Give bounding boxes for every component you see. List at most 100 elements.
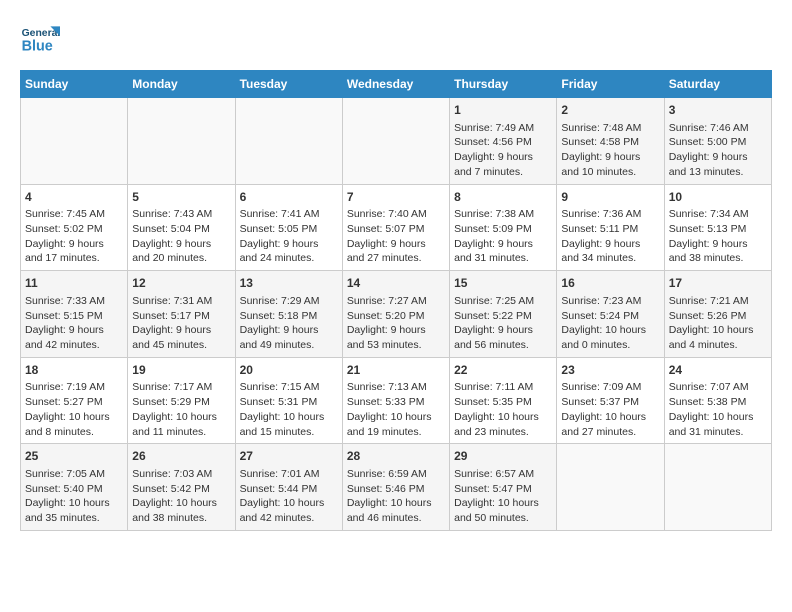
day-number: 13 xyxy=(240,275,338,292)
day-info: Sunrise: 7:46 AM Sunset: 5:00 PM Dayligh… xyxy=(669,121,767,180)
day-info: Sunrise: 7:31 AM Sunset: 5:17 PM Dayligh… xyxy=(132,294,230,353)
calendar-cell: 4Sunrise: 7:45 AM Sunset: 5:02 PM Daylig… xyxy=(21,184,128,271)
header-cell-thursday: Thursday xyxy=(450,71,557,98)
calendar-cell: 15 Sunrise: 7:25 AM Sunset: 5:22 PM Dayli… xyxy=(450,271,557,358)
calendar-cell: 7Sunrise: 7:40 AM Sunset: 5:07 PM Daylig… xyxy=(342,184,449,271)
day-number: 5 xyxy=(132,189,230,206)
calendar-cell: 25 Sunrise: 7:05 AM Sunset: 5:40 PM Dayli… xyxy=(21,444,128,531)
header-row: SundayMondayTuesdayWednesdayThursdayFrid… xyxy=(21,71,772,98)
day-number: 27 xyxy=(240,448,338,465)
day-number: 22 xyxy=(454,362,552,379)
calendar-cell: 18Sunrise: 7:19 AM Sunset: 5:27 PM Dayli… xyxy=(21,357,128,444)
day-number: 28 xyxy=(347,448,445,465)
calendar-cell: 21Sunrise: 7:13 AM Sunset: 5:33 PM Dayli… xyxy=(342,357,449,444)
calendar-cell: 26Sunrise: 7:03 AM Sunset: 5:42 PM Dayli… xyxy=(128,444,235,531)
day-number: 29 xyxy=(454,448,552,465)
day-info: Sunrise: 7:19 AM Sunset: 5:27 PM Dayligh… xyxy=(25,380,123,439)
day-info: Sunrise: 7:41 AM Sunset: 5:05 PM Dayligh… xyxy=(240,207,338,266)
calendar-cell xyxy=(664,444,771,531)
logo: General Blue xyxy=(20,20,60,60)
day-info: Sunrise: 7:07 AM Sunset: 5:38 PM Dayligh… xyxy=(669,380,767,439)
day-number: 15 xyxy=(454,275,552,292)
day-info: Sunrise: 7:09 AM Sunset: 5:37 PM Dayligh… xyxy=(561,380,659,439)
day-info: Sunrise: 6:57 AM Sunset: 5:47 PM Dayligh… xyxy=(454,467,552,526)
day-number: 9 xyxy=(561,189,659,206)
day-info: Sunrise: 7:36 AM Sunset: 5:11 PM Dayligh… xyxy=(561,207,659,266)
logo-icon: General Blue xyxy=(20,20,60,60)
calendar-week-2: 4Sunrise: 7:45 AM Sunset: 5:02 PM Daylig… xyxy=(21,184,772,271)
calendar-cell: 5Sunrise: 7:43 AM Sunset: 5:04 PM Daylig… xyxy=(128,184,235,271)
day-info: Sunrise: 7:45 AM Sunset: 5:02 PM Dayligh… xyxy=(25,207,123,266)
day-number: 17 xyxy=(669,275,767,292)
header-cell-monday: Monday xyxy=(128,71,235,98)
day-info: Sunrise: 7:21 AM Sunset: 5:26 PM Dayligh… xyxy=(669,294,767,353)
day-info: Sunrise: 7:25 AM Sunset: 5:22 PM Dayligh… xyxy=(454,294,552,353)
day-info: Sunrise: 7:34 AM Sunset: 5:13 PM Dayligh… xyxy=(669,207,767,266)
calendar-week-3: 11 Sunrise: 7:33 AM Sunset: 5:15 PM Dayli… xyxy=(21,271,772,358)
calendar-table: SundayMondayTuesdayWednesdayThursdayFrid… xyxy=(20,70,772,531)
header-cell-sunday: Sunday xyxy=(21,71,128,98)
day-info: Sunrise: 7:17 AM Sunset: 5:29 PM Dayligh… xyxy=(132,380,230,439)
calendar-cell: 9Sunrise: 7:36 AM Sunset: 5:11 PM Daylig… xyxy=(557,184,664,271)
calendar-cell xyxy=(557,444,664,531)
day-number: 8 xyxy=(454,189,552,206)
day-number: 26 xyxy=(132,448,230,465)
calendar-cell: 13 Sunrise: 7:29 AM Sunset: 5:18 PM Dayli… xyxy=(235,271,342,358)
header-cell-saturday: Saturday xyxy=(664,71,771,98)
day-number: 7 xyxy=(347,189,445,206)
day-number: 25 xyxy=(25,448,123,465)
calendar-body: 1Sunrise: 7:49 AM Sunset: 4:56 PM Daylig… xyxy=(21,98,772,531)
calendar-cell xyxy=(21,98,128,185)
calendar-cell: 24Sunrise: 7:07 AM Sunset: 5:38 PM Dayli… xyxy=(664,357,771,444)
day-number: 19 xyxy=(132,362,230,379)
calendar-cell xyxy=(342,98,449,185)
page-header: General Blue xyxy=(20,20,772,60)
day-number: 3 xyxy=(669,102,767,119)
day-info: Sunrise: 7:49 AM Sunset: 4:56 PM Dayligh… xyxy=(454,121,552,180)
calendar-cell: 22Sunrise: 7:11 AM Sunset: 5:35 PM Dayli… xyxy=(450,357,557,444)
day-info: Sunrise: 7:23 AM Sunset: 5:24 PM Dayligh… xyxy=(561,294,659,353)
calendar-cell: 11 Sunrise: 7:33 AM Sunset: 5:15 PM Dayli… xyxy=(21,271,128,358)
calendar-cell: 20Sunrise: 7:15 AM Sunset: 5:31 PM Dayli… xyxy=(235,357,342,444)
day-info: Sunrise: 7:13 AM Sunset: 5:33 PM Dayligh… xyxy=(347,380,445,439)
day-info: Sunrise: 7:29 AM Sunset: 5:18 PM Dayligh… xyxy=(240,294,338,353)
day-info: Sunrise: 6:59 AM Sunset: 5:46 PM Dayligh… xyxy=(347,467,445,526)
calendar-cell: 12 Sunrise: 7:31 AM Sunset: 5:17 PM Dayli… xyxy=(128,271,235,358)
header-cell-wednesday: Wednesday xyxy=(342,71,449,98)
day-number: 10 xyxy=(669,189,767,206)
day-number: 24 xyxy=(669,362,767,379)
day-info: Sunrise: 7:11 AM Sunset: 5:35 PM Dayligh… xyxy=(454,380,552,439)
day-number: 2 xyxy=(561,102,659,119)
calendar-cell: 23Sunrise: 7:09 AM Sunset: 5:37 PM Dayli… xyxy=(557,357,664,444)
day-info: Sunrise: 7:48 AM Sunset: 4:58 PM Dayligh… xyxy=(561,121,659,180)
day-number: 14 xyxy=(347,275,445,292)
day-number: 11 xyxy=(25,275,123,292)
day-info: Sunrise: 7:33 AM Sunset: 5:15 PM Dayligh… xyxy=(25,294,123,353)
calendar-cell: 3 Sunrise: 7:46 AM Sunset: 5:00 PM Daylig… xyxy=(664,98,771,185)
day-info: Sunrise: 7:05 AM Sunset: 5:40 PM Dayligh… xyxy=(25,467,123,526)
day-number: 12 xyxy=(132,275,230,292)
day-info: Sunrise: 7:15 AM Sunset: 5:31 PM Dayligh… xyxy=(240,380,338,439)
calendar-cell: 27 Sunrise: 7:01 AM Sunset: 5:44 PM Dayli… xyxy=(235,444,342,531)
day-info: Sunrise: 7:40 AM Sunset: 5:07 PM Dayligh… xyxy=(347,207,445,266)
header-cell-tuesday: Tuesday xyxy=(235,71,342,98)
day-number: 23 xyxy=(561,362,659,379)
day-number: 20 xyxy=(240,362,338,379)
day-info: Sunrise: 7:01 AM Sunset: 5:44 PM Dayligh… xyxy=(240,467,338,526)
calendar-cell xyxy=(128,98,235,185)
day-number: 18 xyxy=(25,362,123,379)
calendar-cell: 10Sunrise: 7:34 AM Sunset: 5:13 PM Dayli… xyxy=(664,184,771,271)
calendar-cell: 14 Sunrise: 7:27 AM Sunset: 5:20 PM Dayli… xyxy=(342,271,449,358)
day-info: Sunrise: 7:27 AM Sunset: 5:20 PM Dayligh… xyxy=(347,294,445,353)
calendar-cell: 6Sunrise: 7:41 AM Sunset: 5:05 PM Daylig… xyxy=(235,184,342,271)
calendar-cell: 16 Sunrise: 7:23 AM Sunset: 5:24 PM Dayli… xyxy=(557,271,664,358)
calendar-cell: 8Sunrise: 7:38 AM Sunset: 5:09 PM Daylig… xyxy=(450,184,557,271)
day-number: 21 xyxy=(347,362,445,379)
calendar-header: SundayMondayTuesdayWednesdayThursdayFrid… xyxy=(21,71,772,98)
calendar-week-5: 25 Sunrise: 7:05 AM Sunset: 5:40 PM Dayli… xyxy=(21,444,772,531)
calendar-cell: 17 Sunrise: 7:21 AM Sunset: 5:26 PM Dayli… xyxy=(664,271,771,358)
day-number: 6 xyxy=(240,189,338,206)
calendar-cell: 1Sunrise: 7:49 AM Sunset: 4:56 PM Daylig… xyxy=(450,98,557,185)
day-number: 4 xyxy=(25,189,123,206)
day-number: 16 xyxy=(561,275,659,292)
